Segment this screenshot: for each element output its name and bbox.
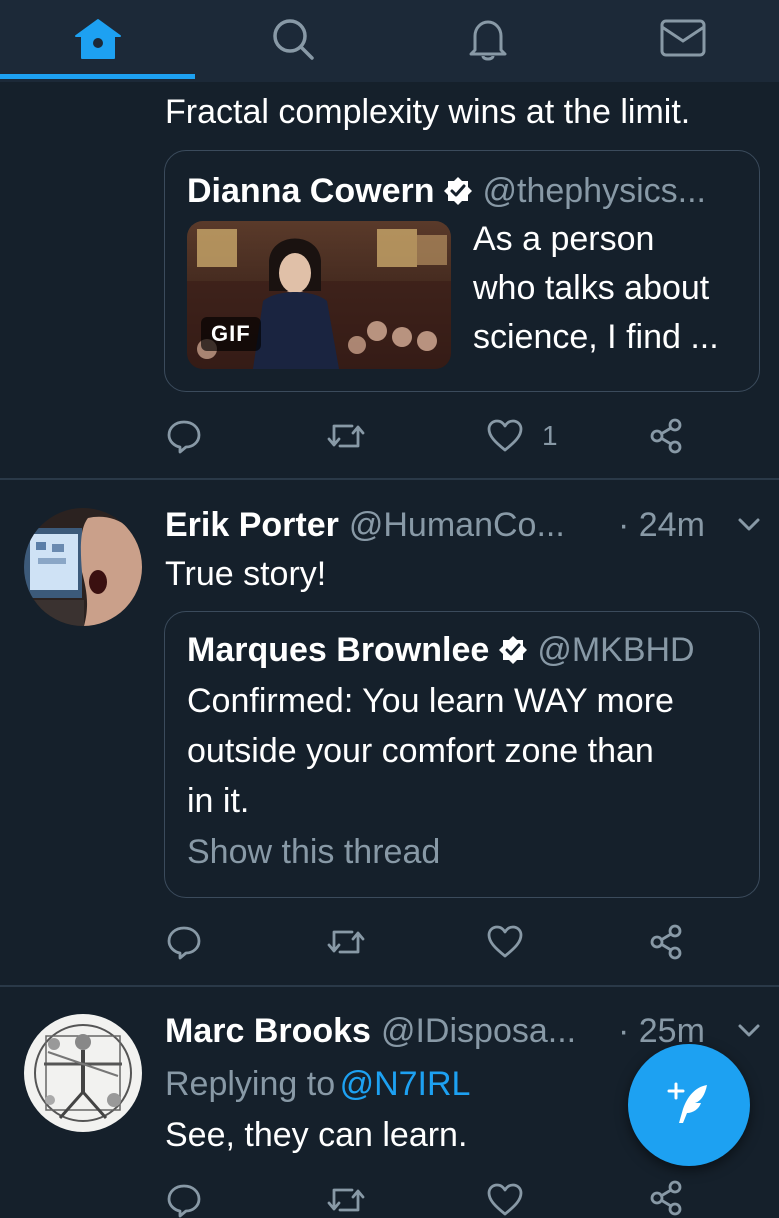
tweet-time: · 24m [618, 506, 705, 544]
retweet-icon [326, 1182, 366, 1218]
tweet-divider [0, 478, 779, 480]
like-count: 1 [542, 420, 558, 451]
quoted-text-line: Confirmed: You learn WAY more [187, 682, 674, 720]
reply-button[interactable] [166, 924, 202, 960]
replying-to-prefix: Replying to [165, 1065, 336, 1103]
author-name[interactable]: Marc Brooks [165, 1009, 371, 1053]
tab-search[interactable] [195, 0, 390, 78]
active-tab-indicator [0, 74, 195, 79]
tweet-menu-button[interactable] [736, 1018, 762, 1044]
author-handle[interactable]: @HumanCo... [349, 503, 565, 547]
quoted-author-name: Dianna Cowern [187, 172, 435, 210]
mail-icon [659, 17, 707, 61]
reply-icon [166, 924, 202, 960]
compose-feather-icon [659, 1075, 719, 1135]
quoted-tweet[interactable]: Marques Brownlee @MKBHD Confirmed: You l… [164, 611, 760, 898]
reply-button[interactable] [166, 418, 202, 454]
heart-icon [486, 418, 524, 454]
retweet-icon [326, 924, 366, 960]
tweet-text: Fractal complexity wins at the limit. [165, 93, 691, 131]
quoted-tweet[interactable]: Dianna Cowern @thephysics... GIF As a pe… [164, 150, 760, 392]
avatar-image [24, 1014, 142, 1132]
tweet-text: See, they can learn. [165, 1116, 468, 1154]
reply-icon [166, 1182, 202, 1218]
tab-messages[interactable] [585, 0, 779, 78]
verified-badge-icon [497, 634, 529, 666]
top-navigation [0, 0, 779, 82]
replying-to-link[interactable]: @N7IRL [340, 1065, 471, 1103]
verified-badge-icon [442, 175, 474, 207]
gif-thumbnail[interactable]: GIF [187, 221, 451, 369]
quoted-author-handle: @MKBHD [537, 631, 695, 669]
quoted-text-line: outside your comfort zone than [187, 732, 654, 770]
chevron-down-icon [736, 512, 762, 538]
share-button[interactable] [648, 1180, 684, 1216]
bell-icon [465, 16, 511, 62]
retweet-icon [326, 418, 366, 454]
share-icon [648, 924, 684, 960]
share-button[interactable] [648, 418, 684, 454]
author-handle[interactable]: @IDisposa... [381, 1009, 576, 1053]
tab-home[interactable] [0, 0, 195, 78]
tweet-header: Erik Porter @HumanCo... [165, 503, 565, 547]
share-button[interactable] [648, 924, 684, 960]
quoted-tweet-text: As a person who talks about science, I f… [473, 215, 719, 362]
avatar[interactable] [24, 508, 142, 626]
search-icon [270, 16, 316, 62]
replying-to: Replying to @N7IRL [165, 1062, 470, 1106]
tweet-divider [0, 985, 779, 987]
show-thread-link[interactable]: Show this thread [187, 830, 440, 874]
reply-icon [166, 418, 202, 454]
quoted-author-handle: @thephysics... [482, 172, 706, 210]
reply-button[interactable] [166, 1182, 202, 1218]
tweet-menu-button[interactable] [736, 512, 762, 538]
heart-icon [486, 924, 524, 960]
gif-badge: GIF [201, 317, 261, 351]
like-button[interactable] [486, 1182, 524, 1218]
quoted-tweet-text: Confirmed: You learn WAY more outside yo… [187, 676, 674, 826]
quoted-author-name: Marques Brownlee [187, 631, 490, 669]
author-name[interactable]: Erik Porter [165, 503, 339, 547]
retweet-button[interactable] [326, 418, 366, 454]
heart-icon [486, 1182, 524, 1218]
compose-tweet-button[interactable] [628, 1044, 750, 1166]
like-button[interactable] [486, 924, 524, 960]
home-icon [72, 16, 124, 62]
share-icon [648, 418, 684, 454]
quoted-text-line: in it. [187, 782, 250, 820]
tweet-text: True story! [165, 555, 327, 593]
quoted-text-line: who talks about [473, 269, 710, 307]
retweet-button[interactable] [326, 1182, 366, 1218]
share-icon [648, 1180, 684, 1216]
retweet-button[interactable] [326, 924, 366, 960]
like-button[interactable]: 1 [486, 418, 558, 454]
chevron-down-icon [736, 1018, 762, 1044]
tab-notifications[interactable] [390, 0, 585, 78]
avatar-image [24, 508, 142, 626]
quoted-text-line: science, I find ... [473, 318, 719, 356]
quoted-text-line: As a person [473, 220, 655, 258]
avatar[interactable] [24, 1014, 142, 1132]
tweet-header: Marc Brooks @IDisposa... [165, 1009, 576, 1053]
